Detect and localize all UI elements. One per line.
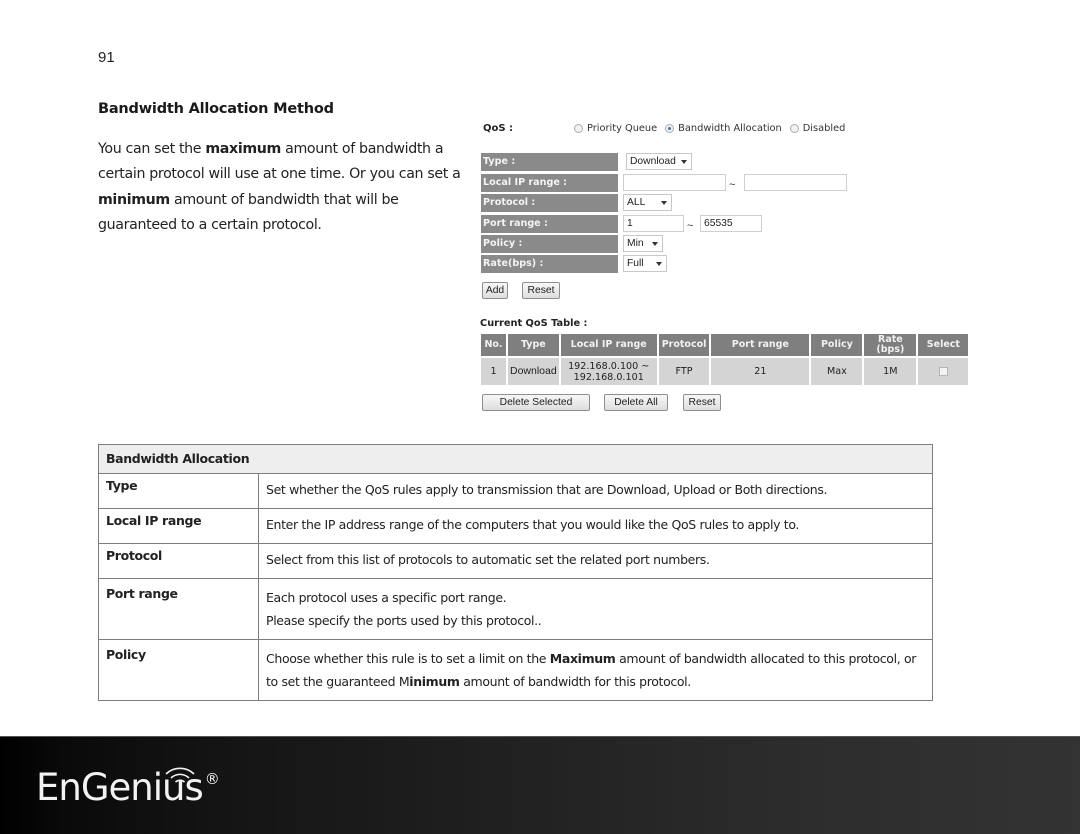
col-rate-line2: (bps) <box>876 344 905 355</box>
section-title: Bandwidth Allocation Method <box>98 101 334 117</box>
reset-table-button[interactable]: Reset <box>683 394 721 411</box>
col-type: Type <box>508 334 559 358</box>
local-ip-start-input[interactable] <box>623 174 726 191</box>
radio-label: Priority Queue <box>587 123 658 134</box>
cell-port-range: 21 <box>711 358 810 385</box>
radio-label: Disabled <box>802 123 846 134</box>
current-qos-table-title: Current QoS Table : <box>480 318 588 329</box>
table-row: Local IP range Enter the IP address rang… <box>98 508 933 544</box>
type-select-value: Download <box>630 156 676 167</box>
qos-mode-radio-group: Priority Queue Bandwidth Allocation Disa… <box>574 123 849 134</box>
rate-select-value: Full <box>627 258 644 269</box>
intro-paragraph: You can set the maximum amount of bandwi… <box>98 137 473 238</box>
local-ip-label: Local IP range : <box>481 174 618 192</box>
policy-label: Policy : <box>481 235 618 253</box>
chevron-down-icon <box>652 242 658 246</box>
ip-start: 192.168.0.100 ~ <box>568 360 650 372</box>
reset-form-button[interactable]: Reset <box>522 282 560 299</box>
table-row: Type Set whether the QoS rules apply to … <box>98 473 933 509</box>
add-button[interactable]: Add <box>482 282 508 299</box>
qos-label: QoS : <box>483 123 514 134</box>
chevron-down-icon <box>656 262 662 266</box>
cell-protocol: FTP <box>658 358 710 385</box>
row-value-line: Please specify the ports used by this pr… <box>266 613 542 628</box>
select-checkbox[interactable] <box>938 366 948 376</box>
ip-end: 192.168.0.101 <box>573 371 644 383</box>
protocol-select-value: ALL <box>627 197 646 208</box>
intro-text: You can set the <box>98 141 206 157</box>
row-value: Set whether the QoS rules apply to trans… <box>258 473 933 509</box>
radio-priority-queue[interactable] <box>574 124 583 133</box>
table-row: Protocol Select from this list of protoc… <box>98 543 933 579</box>
description-table-title: Bandwidth Allocation <box>98 444 933 474</box>
bandwidth-allocation-description-table: Bandwidth Allocation Type Set whether th… <box>98 444 933 701</box>
row-value: Choose whether this rule is to set a lim… <box>258 639 933 701</box>
row-value: Each protocol uses a specific port range… <box>258 578 933 640</box>
row-key: Protocol <box>98 543 259 579</box>
chevron-down-icon <box>661 201 667 205</box>
cell-local-ip-range: 192.168.0.100 ~192.168.0.101 <box>560 358 657 385</box>
table-row: Port range Each protocol uses a specific… <box>98 578 933 640</box>
cell-select <box>918 358 969 385</box>
rate-select[interactable]: Full <box>623 255 667 272</box>
policy-select-value: Min <box>627 238 644 249</box>
cell-policy: Max <box>811 358 863 385</box>
port-start-input[interactable]: 1 <box>623 215 684 232</box>
row-key: Port range <box>98 578 259 640</box>
port-end-input[interactable]: 65535 <box>700 215 762 232</box>
wifi-signal-icon <box>165 767 195 783</box>
radio-disabled[interactable] <box>789 124 799 133</box>
table-row: Policy Choose whether this rule is to se… <box>98 639 933 701</box>
row-key: Policy <box>98 639 259 701</box>
bold-maximum: Maximum <box>549 651 616 666</box>
page-number: 91 <box>98 49 115 66</box>
row-value: Select from this list of protocols to au… <box>258 543 933 579</box>
row-value-text: amount of bandwidth for this protocol. <box>459 674 691 689</box>
protocol-label: Protocol : <box>481 194 618 212</box>
description-table-header: Bandwidth Allocation <box>98 444 933 474</box>
row-value-line: Each protocol uses a specific port range… <box>266 590 507 605</box>
intro-bold-maximum: maximum <box>205 141 281 157</box>
intro-bold-minimum: minimum <box>98 191 170 208</box>
local-ip-end-input[interactable] <box>744 174 847 191</box>
col-protocol: Protocol <box>658 334 710 358</box>
delete-selected-button[interactable]: Delete Selected <box>482 394 590 411</box>
footer-bar: EnGenius ® <box>0 736 1080 834</box>
col-no: No. <box>481 334 506 358</box>
rate-label: Rate(bps) : <box>481 255 618 273</box>
col-policy: Policy <box>811 334 863 358</box>
radio-bandwidth-allocation[interactable] <box>665 124 675 133</box>
row-value: Enter the IP address range of the comput… <box>258 508 933 544</box>
row-key: Local IP range <box>98 508 259 544</box>
col-local-ip-range: Local IP range <box>560 334 657 358</box>
chevron-down-icon <box>681 160 687 164</box>
policy-select[interactable]: Min <box>623 235 663 252</box>
type-label: Type : <box>481 153 618 171</box>
row-key: Type <box>98 473 259 509</box>
col-rate: Rate (bps) <box>864 334 917 358</box>
range-separator: ~ <box>687 220 694 232</box>
cell-no: 1 <box>481 358 506 385</box>
table-header-row: No. Type Local IP range Protocol Port ra… <box>481 334 969 358</box>
cell-rate: 1M <box>864 358 917 385</box>
bold-minimum: inimum <box>409 674 460 689</box>
table-row: 1 Download 192.168.0.100 ~192.168.0.101 … <box>481 358 969 385</box>
col-port-range: Port range <box>711 334 810 358</box>
qos-ui-screenshot: QoS : Priority Queue Bandwidth Allocatio… <box>478 118 978 418</box>
protocol-select[interactable]: ALL <box>623 194 672 211</box>
type-select[interactable]: Download <box>626 153 692 170</box>
radio-label: Bandwidth Allocation <box>678 123 782 134</box>
col-select: Select <box>918 334 969 358</box>
port-range-label: Port range : <box>481 215 618 233</box>
range-separator: ~ <box>729 179 736 191</box>
current-qos-table: No. Type Local IP range Protocol Port ra… <box>479 334 970 385</box>
row-value-text: Choose whether this rule is to set a lim… <box>266 651 550 666</box>
cell-type: Download <box>508 358 559 385</box>
registered-mark: ® <box>204 770 220 788</box>
delete-all-button[interactable]: Delete All <box>604 394 668 411</box>
